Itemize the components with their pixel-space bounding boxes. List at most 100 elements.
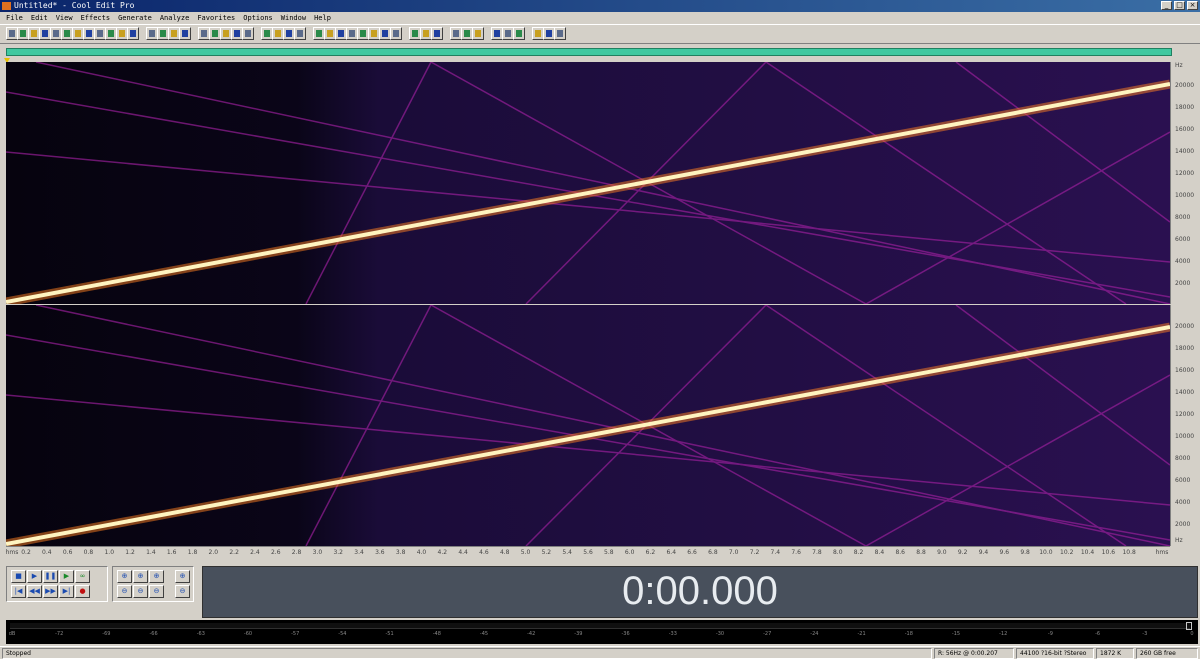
time-ruler-label: 2.4	[250, 549, 260, 556]
level-meter-label: -3	[1142, 631, 1148, 637]
menu-window[interactable]: Window	[281, 12, 306, 24]
go-to-end-button[interactable]: ▶|	[59, 585, 74, 598]
overview-bar[interactable]	[6, 48, 1172, 56]
time-ruler-label: 8.8	[916, 549, 926, 556]
spectrogram-right-channel[interactable]	[6, 305, 1170, 546]
level-meter-label: dB	[8, 631, 16, 637]
menu-edit[interactable]: Edit	[31, 12, 48, 24]
zoom-out-vertical-button[interactable]: ⊖	[175, 585, 190, 598]
spectrogram-left-channel[interactable]	[6, 62, 1170, 304]
maximize-button[interactable]: □	[1174, 1, 1185, 10]
loop-button[interactable]: ∞	[75, 570, 90, 583]
menu-effects[interactable]: Effects	[81, 12, 111, 24]
close-button[interactable]: ×	[1187, 1, 1198, 10]
time-ruler-label: 4.4	[458, 549, 468, 556]
menu-help[interactable]: Help	[314, 12, 331, 24]
toolbar-button-21[interactable]	[242, 27, 254, 40]
time-ruler-label: 7.6	[791, 549, 801, 556]
fast-forward-button[interactable]: ▶▶	[43, 585, 58, 598]
menu-file[interactable]: File	[6, 12, 23, 24]
toolbar-button-16[interactable]	[179, 27, 191, 40]
toolbar-button-12[interactable]	[127, 27, 139, 40]
level-meter-label: -57	[291, 631, 300, 637]
time-ruler-label: 1.0	[104, 549, 115, 556]
stop-button[interactable]: ■	[11, 570, 26, 583]
play-button[interactable]: ▶	[27, 570, 42, 583]
level-meter-label: -63	[196, 631, 205, 637]
toolbar-button-33[interactable]	[390, 27, 402, 40]
level-meter-label: -66	[149, 631, 158, 637]
window-title: Untitled* - Cool Edit Pro	[14, 1, 135, 10]
pause-button[interactable]: ❚❚	[43, 570, 58, 583]
time-ruler-label: 3.0	[312, 549, 323, 556]
toolbar-button-45[interactable]	[554, 27, 566, 40]
time-ruler-label: 6.6	[687, 549, 697, 556]
status-cursor: R: 56Hz @ 0:00.207	[934, 648, 1014, 659]
menu-favorites[interactable]: Favorites	[197, 12, 235, 24]
time-ruler-label: 5.2	[541, 549, 552, 556]
zoom-in-left-button[interactable]: ⊕	[133, 570, 148, 583]
play-to-end-button[interactable]: ▶	[59, 570, 74, 583]
time-ruler-label: 9.6	[999, 549, 1010, 556]
time-ruler-label: 5.0	[520, 549, 531, 556]
zoom-selection-button[interactable]: ⊖	[149, 585, 164, 598]
toolbar-button-25[interactable]	[294, 27, 306, 40]
zoom-in-vertical-button[interactable]: ⊕	[175, 570, 190, 583]
level-meter-label: -12	[999, 631, 1008, 637]
time-ruler-label: 10.4	[1080, 549, 1095, 556]
toolbar-button-42[interactable]	[513, 27, 525, 40]
level-meter-label: -27	[763, 631, 772, 637]
spectrogram-right-svg	[6, 305, 1170, 546]
level-meter-label: -72	[55, 631, 64, 637]
time-ruler-label: 1.8	[187, 549, 198, 556]
time-display-panel: 0:00.000	[202, 566, 1198, 618]
level-meter-label: -6	[1095, 631, 1101, 637]
level-meter-label: -51	[385, 631, 394, 637]
time-ruler-label: 2.2	[229, 549, 239, 556]
time-ruler-label: 6.0	[624, 549, 635, 556]
time-ruler-label: 7.4	[770, 549, 781, 556]
zoom-in-right-button[interactable]: ⊕	[149, 570, 164, 583]
menu-options[interactable]: Options	[243, 12, 273, 24]
rewind-button[interactable]: ◀◀	[27, 585, 42, 598]
time-ruler-label: 6.4	[666, 549, 677, 556]
title-bar: Untitled* - Cool Edit Pro _ □ ×	[0, 0, 1200, 12]
spectrogram-left-svg	[6, 62, 1170, 304]
status-state: Stopped	[2, 648, 932, 659]
toolbar	[0, 24, 1200, 44]
frequency-ruler-right: 20000 18000 16000 14000 12000 10000 8000…	[1170, 305, 1200, 546]
level-meter-label: -54	[338, 631, 347, 637]
time-ruler[interactable]: hms 0.2 0.4 0.6 0.8 1.0 1.2 1.4 1.6 1.8 2.0 2.2 2.4 2…	[6, 546, 1170, 558]
time-ruler-label: 1.6	[166, 549, 177, 556]
time-ruler-label: 8.2	[853, 549, 864, 556]
toolbar-button-39[interactable]	[472, 27, 484, 40]
app-icon	[2, 2, 11, 10]
zoom-out-full-button[interactable]: ⊖	[117, 585, 132, 598]
toolbar-button-36[interactable]	[431, 27, 443, 40]
record-button[interactable]: ●	[75, 585, 90, 598]
time-ruler-label: 5.4	[562, 549, 572, 556]
time-ruler-label: 8.4	[874, 549, 885, 556]
time-ruler-label: 9.0	[937, 549, 947, 556]
time-ruler-label: 9.8	[1020, 549, 1030, 556]
level-meter-label: -42	[527, 631, 536, 637]
time-ruler-start-label: hms	[5, 549, 19, 556]
menu-generate[interactable]: Generate	[118, 12, 152, 24]
level-meter-label: -33	[668, 631, 677, 637]
time-ruler-label: 3.6	[375, 549, 385, 556]
minimize-button[interactable]: _	[1161, 1, 1172, 10]
time-ruler-end-label: hms	[1155, 549, 1169, 556]
level-meter-label: -30	[715, 631, 725, 637]
time-ruler-label: 10.6	[1101, 549, 1116, 556]
time-ruler-label: 2.8	[291, 549, 302, 556]
menu-view[interactable]: View	[56, 12, 73, 24]
zoom-panel: ⊕ ⊕ ⊕ ⊕ ⊖ ⊖ ⊖ ⊖	[112, 566, 194, 602]
menu-analyze[interactable]: Analyze	[160, 12, 190, 24]
time-ruler-label: 7.0	[728, 549, 739, 556]
time-ruler-label: 6.2	[645, 549, 656, 556]
time-ruler-label: 7.8	[812, 549, 822, 556]
time-ruler-label: 4.6	[479, 549, 489, 556]
zoom-in-horizontal-button[interactable]: ⊕	[117, 570, 132, 583]
go-to-start-button[interactable]: |◀	[11, 585, 26, 598]
zoom-out-button[interactable]: ⊖	[133, 585, 148, 598]
